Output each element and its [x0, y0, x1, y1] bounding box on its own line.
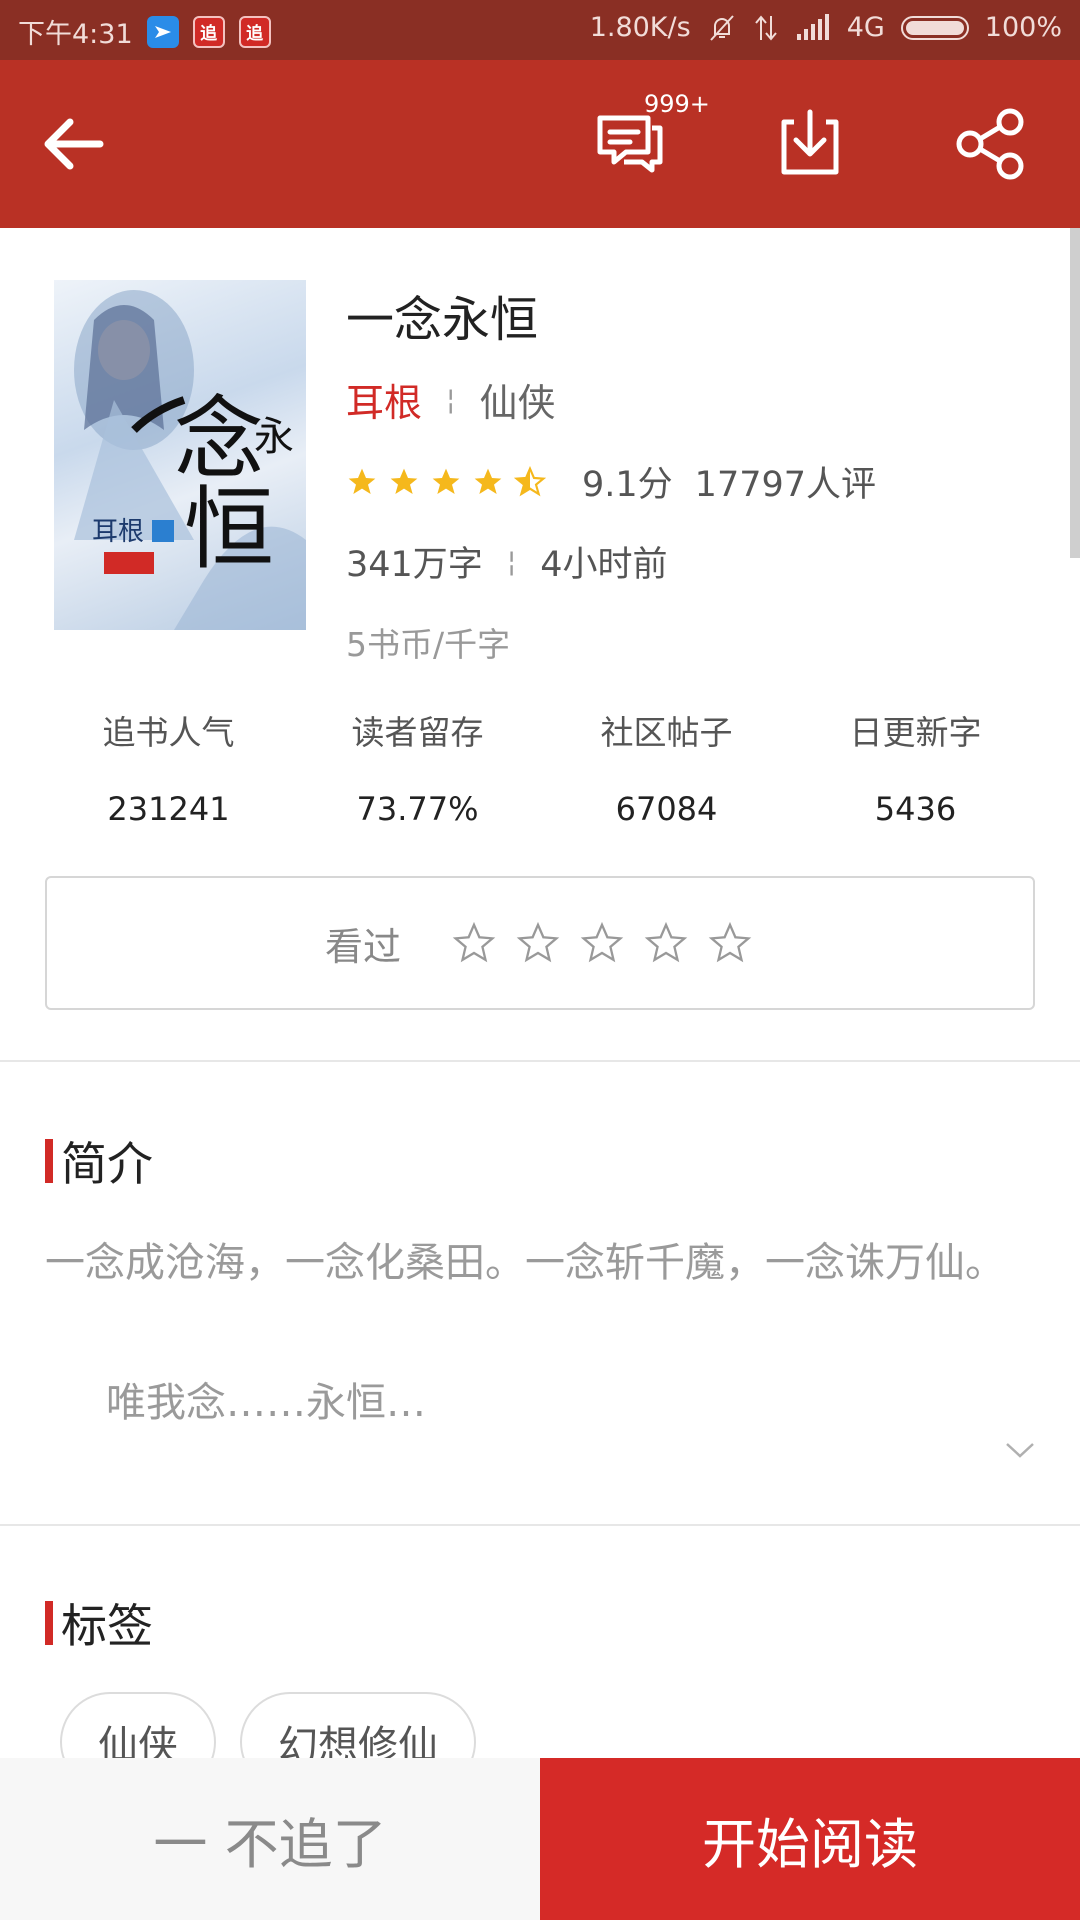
separator: ¦: [446, 383, 456, 416]
stat-value: 67084: [615, 790, 718, 828]
network-speed: 1.80K/s: [589, 12, 691, 43]
book-meta-row: 341万字 ¦ 4小时前: [346, 536, 668, 587]
share-button[interactable]: [950, 104, 1030, 184]
section-accent-bar: [45, 1139, 53, 1183]
cover-title-char: 恒: [184, 477, 274, 582]
star-outline-icon[interactable]: [515, 920, 561, 966]
tags-section-header: 标签: [45, 1590, 153, 1656]
stat-label: 社区帖子: [600, 713, 733, 752]
star-outline-icon[interactable]: [579, 920, 625, 966]
cover-title-char: 永: [254, 414, 294, 460]
stat-followers: 追书人气 231241: [44, 706, 293, 828]
rate-label: 看过: [325, 924, 402, 969]
stat-label: 日更新字: [849, 713, 982, 752]
stat-retention: 读者留存 73.77%: [293, 706, 542, 828]
battery-icon: [900, 15, 969, 40]
network-type: 4G: [846, 12, 885, 43]
book-price: 5书币/千字: [346, 625, 511, 664]
star-outline-icon[interactable]: [643, 920, 689, 966]
divider: [0, 1060, 1080, 1062]
update-time: 4小时前: [540, 545, 668, 585]
app-notification-icon: [146, 15, 179, 48]
book-cover[interactable]: 念 永 恒 耳根: [54, 280, 306, 630]
tags-title: 标签: [61, 1599, 153, 1653]
star-half-icon: [514, 465, 546, 496]
intro-text[interactable]: 一念成沧海，一念化桑田。一念斩千魔，一念诛万仙。: [45, 1226, 1025, 1300]
book-score: 9.1分: [582, 465, 673, 505]
star-outline-icon[interactable]: [707, 920, 753, 966]
genre-link[interactable]: 仙侠: [479, 372, 555, 427]
data-transfer-icon: [754, 14, 777, 41]
stat-value: 5436: [874, 790, 957, 828]
battery-level: 100%: [984, 12, 1062, 43]
zhuishu-notification-icon: 追: [238, 15, 271, 48]
start-reading-button[interactable]: 开始阅读: [540, 1758, 1080, 1920]
unfollow-button[interactable]: 一 不追了: [0, 1758, 540, 1920]
ratings-count: 17797人评: [694, 465, 877, 505]
download-icon: [781, 109, 839, 175]
stat-label: 追书人气: [102, 713, 235, 752]
star-filled-icon: [390, 468, 418, 494]
chevron-down-icon[interactable]: [1004, 1440, 1036, 1460]
status-bar: 下午4:31 追 追 1.80K/s 4G 100%: [0, 0, 1080, 60]
zhuishu-notification-icon: 追: [192, 15, 225, 48]
word-count: 341万字: [346, 545, 483, 585]
back-arrow-icon: [44, 118, 104, 170]
star-filled-icon: [348, 468, 376, 494]
intro-title: 简介: [61, 1137, 153, 1191]
back-button[interactable]: [36, 104, 116, 184]
star-filled-icon: [432, 468, 460, 494]
divider: [0, 1524, 1080, 1526]
section-accent-bar: [45, 1601, 53, 1645]
cover-art: 念 永 恒 耳根: [74, 290, 306, 630]
star-filled-icon: [474, 468, 502, 494]
rate-stars: [451, 920, 753, 966]
stat-value: 73.77%: [356, 790, 479, 828]
signal-icon: [796, 13, 829, 40]
rating-stars: [346, 465, 546, 498]
intro-text-line2[interactable]: 唯我念……永恒…: [106, 1370, 426, 1428]
mute-bell-icon: [709, 14, 734, 41]
star-outline-icon[interactable]: [451, 920, 497, 966]
stat-label: 读者留存: [351, 713, 484, 752]
rating-row: 9.1分 17797人评: [346, 456, 876, 507]
stat-community-posts[interactable]: 社区帖子 67084: [542, 706, 791, 828]
top-toolbar: 999+: [0, 60, 1080, 228]
author-link[interactable]: 耳根: [346, 372, 422, 427]
separator: ¦: [506, 545, 517, 578]
bottom-action-bar: 一 不追了 开始阅读: [0, 1758, 1080, 1920]
comments-button[interactable]: [590, 104, 670, 184]
rate-book-box[interactable]: 看过: [45, 876, 1035, 1010]
stat-daily-words: 日更新字 5436: [791, 706, 1040, 828]
cover-author: 耳根: [92, 517, 144, 547]
book-stats: 追书人气 231241 读者留存 73.77% 社区帖子 67084 日更新字 …: [44, 706, 1040, 828]
download-button[interactable]: [770, 104, 850, 184]
status-time: 下午4:31: [18, 19, 133, 50]
book-title: 一念永恒: [346, 292, 539, 348]
share-icon: [956, 108, 1024, 180]
intro-section-header: 简介: [45, 1128, 153, 1194]
comment-icon: [597, 115, 663, 173]
author-genre-row: 耳根 ¦ 仙侠: [346, 372, 555, 427]
scrollbar[interactable]: [1070, 228, 1080, 558]
stat-value: 231241: [107, 790, 230, 828]
